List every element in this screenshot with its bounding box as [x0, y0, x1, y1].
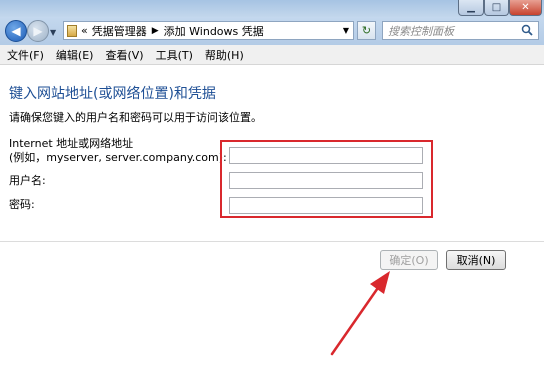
page-description: 请确保您键入的用户名和密码可以用于访问该位置。	[9, 111, 262, 124]
divider	[0, 241, 544, 242]
recent-pages-dropdown-icon[interactable]: ▼	[50, 28, 56, 37]
minimize-button[interactable]: ▁	[458, 0, 484, 16]
arrow-left-icon: ◀	[11, 24, 21, 38]
username-label: 用户名:	[9, 174, 46, 187]
breadcrumb-separator-icon[interactable]: ▶	[152, 26, 159, 36]
refresh-button[interactable]: ↻	[357, 21, 376, 40]
address-label-line1: Internet 地址或网络地址	[9, 137, 134, 150]
address-dropdown-icon[interactable]: ▼	[343, 26, 349, 35]
title-bar: ▁ □ ✕	[0, 0, 544, 17]
breadcrumb-credential-manager[interactable]: 凭据管理器	[92, 23, 147, 39]
back-button[interactable]: ◀	[5, 20, 27, 42]
cancel-button[interactable]: 取消(N)	[446, 250, 506, 270]
address-label-line2: (例如，myserver, server.company.com):	[9, 151, 227, 164]
menu-tools[interactable]: 工具(T)	[151, 47, 198, 63]
breadcrumb-add-windows-credential[interactable]: 添加 Windows 凭据	[164, 23, 264, 39]
password-label: 密码:	[9, 198, 35, 211]
menu-view[interactable]: 查看(V)	[100, 47, 148, 63]
address-label: Internet 地址或网络地址 (例如，myserver, server.co…	[9, 137, 227, 165]
refresh-icon: ↻	[361, 24, 372, 37]
close-button[interactable]: ✕	[509, 0, 542, 16]
ok-button[interactable]: 确定(O)	[380, 250, 438, 270]
annotation-highlight-box	[220, 140, 433, 218]
breadcrumb-overflow[interactable]: «	[81, 24, 88, 37]
search-placeholder: 搜索控制面板	[388, 24, 454, 38]
maximize-button[interactable]: □	[484, 0, 509, 16]
menu-help[interactable]: 帮助(H)	[200, 47, 249, 63]
menu-file[interactable]: 文件(F)	[2, 47, 49, 63]
control-panel-icon	[67, 24, 77, 37]
arrow-right-icon: ▶	[33, 24, 43, 38]
content-panel: 键入网站地址(或网络位置)和凭据 请确保您键入的用户名和密码可以用于访问该位置。…	[0, 65, 544, 365]
search-icon[interactable]	[521, 24, 533, 36]
annotation-arrow-icon	[330, 271, 390, 356]
menu-bar: 文件(F) 编辑(E) 查看(V) 工具(T) 帮助(H)	[0, 45, 544, 65]
search-input[interactable]: 搜索控制面板	[382, 21, 539, 40]
forward-button[interactable]: ▶	[27, 20, 49, 42]
page-title: 键入网站地址(或网络位置)和凭据	[9, 86, 216, 102]
navigation-bar: ◀ ▶ ▼ « 凭据管理器 ▶ 添加 Windows 凭据 ▼ ↻ 搜索控制面板	[0, 17, 544, 45]
menu-edit[interactable]: 编辑(E)	[51, 47, 99, 63]
address-bar[interactable]: « 凭据管理器 ▶ 添加 Windows 凭据 ▼	[63, 21, 354, 40]
